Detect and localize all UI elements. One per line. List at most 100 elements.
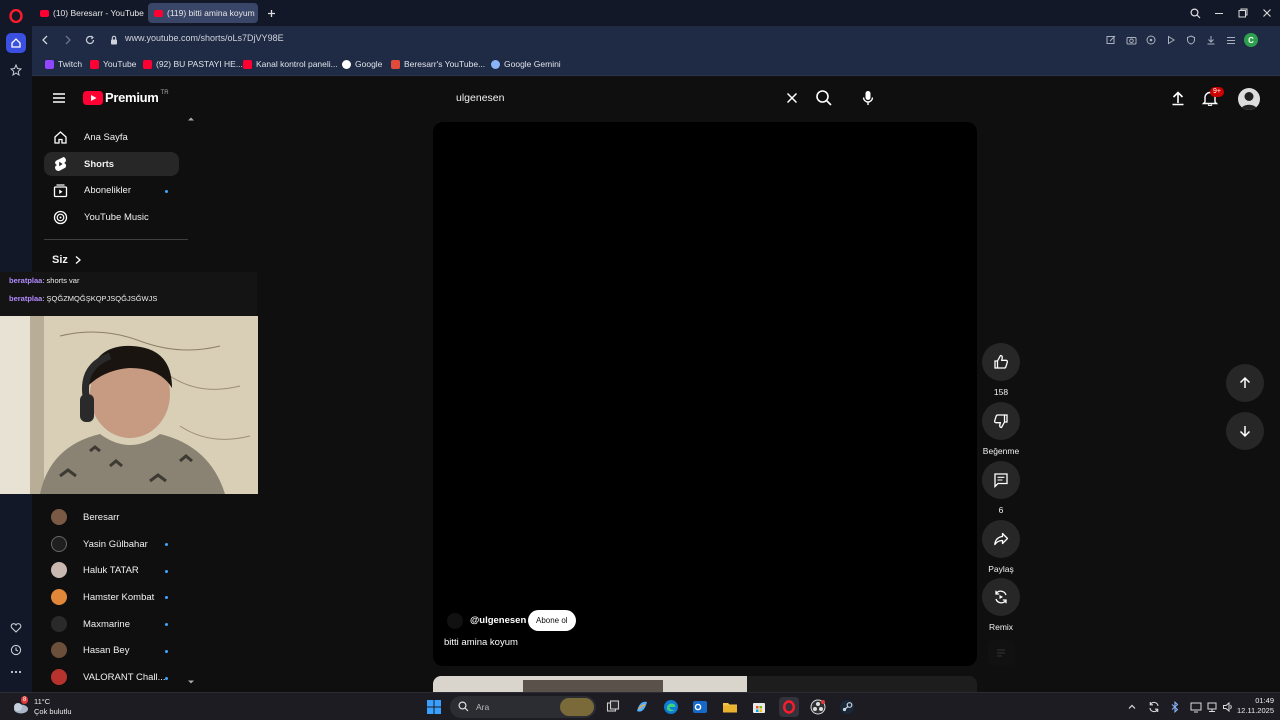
- copilot-icon[interactable]: [632, 697, 652, 717]
- taskbar-search-placeholder: Ara: [476, 702, 490, 712]
- vpn-icon[interactable]: [1144, 33, 1158, 47]
- microsoft-store-icon[interactable]: [749, 697, 769, 717]
- arrow-down-icon: [1239, 426, 1251, 438]
- bookmark-gemini[interactable]: Google Gemini: [491, 59, 561, 69]
- studio-icon: [391, 59, 400, 69]
- next-short-preview-image: [433, 676, 977, 692]
- profile-avatar[interactable]: C: [1244, 33, 1258, 47]
- subscription-haluk-tatar[interactable]: Haluk TATAR: [44, 559, 179, 581]
- opera-logo-icon[interactable]: [6, 6, 26, 26]
- next-short-thumbnail[interactable]: [433, 676, 977, 692]
- tab-search-icon[interactable]: [1187, 5, 1203, 21]
- reload-icon[interactable]: [83, 33, 97, 47]
- channel-handle[interactable]: @ulgenesen: [470, 615, 526, 626]
- file-explorer-icon[interactable]: [720, 697, 740, 717]
- bookmark-pastayi[interactable]: (92) BU PASTAYI HE...: [143, 59, 243, 69]
- close-window-icon[interactable]: [1259, 5, 1275, 21]
- subscribe-button[interactable]: Abone ol: [528, 610, 576, 631]
- menu-icon[interactable]: [1224, 33, 1238, 47]
- voice-search-icon[interactable]: [853, 84, 883, 112]
- sync-icon[interactable]: [1144, 697, 1164, 717]
- notification-badge: 9+: [1210, 87, 1224, 97]
- subscription-hamster-kombat[interactable]: Hamster Kombat: [44, 586, 179, 608]
- weather-desc: Çok bulutlu: [34, 707, 72, 716]
- yt-logo[interactable]: Premium TR: [83, 90, 169, 105]
- nav-label: YouTube Music: [84, 211, 149, 223]
- profile-initial: C: [1248, 35, 1254, 45]
- dislike-button[interactable]: Beğenme: [982, 402, 1020, 456]
- subscription-hasan-bey[interactable]: Hasan Bey: [44, 639, 179, 661]
- windows-start-icon[interactable]: [424, 697, 444, 717]
- webcam-overlay: [0, 316, 258, 494]
- share-button[interactable]: Paylaş: [982, 520, 1020, 574]
- system-clock[interactable]: 01:49 12.11.2025: [1226, 696, 1274, 716]
- nav-subscriptions[interactable]: Abonelikler: [44, 178, 179, 202]
- opera-taskbar-icon[interactable]: [779, 697, 799, 717]
- search-input[interactable]: ulgenesen: [444, 84, 808, 112]
- subscriptions-icon: [46, 178, 74, 202]
- scrollbar-down-icon[interactable]: [186, 677, 196, 687]
- history-icon[interactable]: [6, 640, 26, 660]
- account-avatar[interactable]: [1238, 88, 1260, 110]
- subscription-maxmarine[interactable]: Maxmarine: [44, 613, 179, 635]
- dislike-label: Beğenme: [982, 446, 1020, 456]
- sound-thumbnail[interactable]: [988, 640, 1014, 666]
- taskbar-search-input[interactable]: Ara: [450, 696, 596, 718]
- comments-button[interactable]: 6: [982, 461, 1020, 515]
- shorts-video-player[interactable]: @ulgenesen Abone ol bitti amina koyum: [433, 122, 977, 666]
- channel-avatar[interactable]: [447, 613, 463, 629]
- remix-button[interactable]: Remix: [982, 578, 1020, 632]
- pinboards-icon[interactable]: [6, 60, 26, 80]
- subscription-beresarr[interactable]: Beresarr: [44, 506, 179, 528]
- google-icon: [342, 59, 351, 69]
- url-field[interactable]: www.youtube.com/shorts/oLs7DjVY98E: [125, 33, 284, 43]
- lock-icon[interactable]: [107, 33, 121, 47]
- steam-icon[interactable]: [837, 697, 857, 717]
- yt-menu-icon[interactable]: [51, 90, 67, 106]
- obs-icon[interactable]: [808, 697, 828, 717]
- outlook-icon[interactable]: [690, 697, 710, 717]
- notifications-icon[interactable]: 9+: [1202, 87, 1224, 108]
- tab-beresarr[interactable]: (10) Beresarr - YouTube: [34, 3, 144, 23]
- like-button[interactable]: 158: [982, 343, 1020, 397]
- cloud-icon: 8: [10, 696, 30, 717]
- minimize-icon[interactable]: [1211, 5, 1227, 21]
- bookmark-beresarr-yt[interactable]: Beresarr's YouTube...: [391, 59, 485, 69]
- nav-youtube-music[interactable]: YouTube Music: [44, 205, 179, 229]
- download-icon[interactable]: [1204, 33, 1218, 47]
- edit-icon[interactable]: [1104, 33, 1118, 47]
- home-icon[interactable]: [6, 33, 26, 53]
- nav-shorts[interactable]: Shorts: [44, 152, 179, 176]
- chevron-up-icon[interactable]: [1122, 697, 1142, 717]
- bookmark-twitch[interactable]: Twitch: [45, 59, 82, 69]
- clear-search-icon[interactable]: [785, 91, 799, 105]
- subscription-valorant[interactable]: VALORANT Chall...: [44, 666, 179, 688]
- previous-short-button[interactable]: [1226, 364, 1264, 402]
- subscription-yasin-gulbahar[interactable]: Yasin Gülbahar: [44, 533, 179, 555]
- search-icon[interactable]: [815, 89, 833, 107]
- bookmark-kanal[interactable]: Kanal kontrol paneli...: [243, 59, 338, 69]
- play-icon[interactable]: [1164, 33, 1178, 47]
- bookmark-google[interactable]: Google: [342, 59, 382, 69]
- scrollbar-up-icon[interactable]: [186, 114, 196, 124]
- more-icon[interactable]: [6, 662, 26, 682]
- nav-you-section[interactable]: Siz: [52, 254, 82, 266]
- back-icon[interactable]: [38, 33, 52, 47]
- heart-icon[interactable]: [6, 618, 26, 638]
- next-short-button[interactable]: [1226, 412, 1264, 450]
- task-view-icon[interactable]: [603, 697, 623, 717]
- new-tab-button[interactable]: [262, 3, 280, 23]
- tab-short-active[interactable]: (119) bitti amina koyum: [148, 3, 258, 23]
- weather-widget[interactable]: 8 11°C Çok bulutlu: [10, 696, 72, 717]
- forward-icon[interactable]: [61, 33, 75, 47]
- shorts-icon: [46, 152, 74, 176]
- edge-icon[interactable]: [661, 697, 681, 717]
- chat-username: beratplaa: [9, 276, 43, 285]
- restore-icon[interactable]: [1235, 5, 1251, 21]
- bluetooth-icon[interactable]: [1165, 697, 1185, 717]
- camera-icon[interactable]: [1124, 33, 1138, 47]
- shield-icon[interactable]: [1184, 33, 1198, 47]
- upload-icon[interactable]: [1170, 90, 1186, 106]
- bookmark-youtube[interactable]: YouTube: [90, 59, 136, 69]
- nav-home[interactable]: Ana Sayfa: [44, 125, 179, 149]
